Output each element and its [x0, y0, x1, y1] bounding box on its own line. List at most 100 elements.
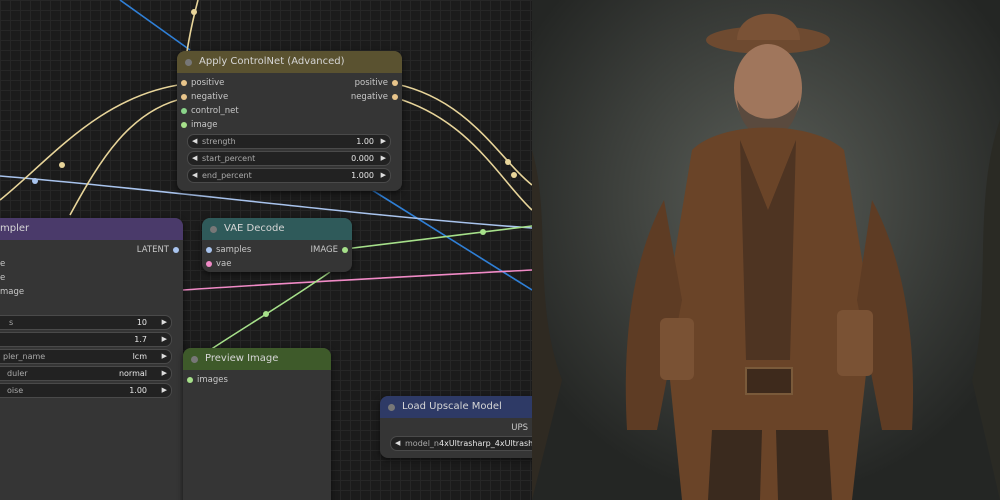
socket-icon[interactable] — [206, 247, 212, 253]
increment-arrow-icon[interactable]: ▶ — [381, 169, 386, 182]
output-label: positive — [354, 78, 388, 88]
widget-label: s — [9, 318, 14, 327]
socket-icon[interactable] — [173, 247, 179, 253]
generated-portrait-image — [532, 0, 1000, 500]
wire-cond-midpoint-2 — [191, 9, 197, 15]
node-preview-image[interactable]: Preview Image images — [183, 348, 331, 500]
widget-value: 1.00 — [129, 386, 147, 395]
input-label: vae — [216, 259, 232, 269]
widget-steps[interactable]: s 10 ▶ — [0, 315, 172, 330]
output-latent[interactable]: LATENT — [137, 243, 183, 257]
decrement-arrow-icon[interactable]: ◀ — [192, 135, 197, 148]
wire-cond-out-2 — [395, 97, 532, 211]
widget-label: model_n — [405, 439, 439, 448]
widget-scheduler[interactable]: duler normal ▶ — [0, 366, 172, 381]
node-vae-decode[interactable]: VAE Decode samples vae IMAGE — [202, 218, 352, 272]
widget-sampler-name[interactable]: pler_name lcm ▶ — [0, 349, 172, 364]
vae-decode-title: VAE Decode — [224, 223, 285, 234]
wire-image-midpoint-2 — [263, 311, 269, 317]
increment-arrow-icon[interactable]: ▶ — [162, 350, 167, 363]
increment-arrow-icon[interactable]: ▶ — [162, 384, 167, 397]
load-upscale-title: Load Upscale Model — [402, 401, 502, 412]
input-label: e — [0, 273, 6, 283]
input-vae[interactable]: vae — [202, 257, 231, 271]
increment-arrow-icon[interactable]: ▶ — [162, 333, 167, 346]
input-images[interactable]: images — [183, 373, 228, 387]
increment-arrow-icon[interactable]: ▶ — [381, 135, 386, 148]
input-positive[interactable]: positive — [177, 76, 224, 90]
socket-icon[interactable] — [187, 377, 193, 383]
node-graph-canvas[interactable]: Apply ControlNet (Advanced) positive neg… — [0, 0, 532, 500]
input-negative[interactable]: negative — [177, 90, 228, 104]
increment-arrow-icon[interactable]: ▶ — [162, 316, 167, 329]
generated-image-preview — [532, 0, 1000, 500]
widget-label: strength — [202, 137, 236, 146]
socket-icon[interactable] — [342, 247, 348, 253]
widget-value: 1.7 — [134, 335, 147, 344]
widget-strength[interactable]: ◀ strength 1.00 ▶ — [187, 134, 391, 149]
socket-icon[interactable] — [181, 94, 187, 100]
preview-image-title: Preview Image — [205, 353, 279, 364]
output-label: LATENT — [136, 245, 169, 255]
increment-arrow-icon[interactable]: ▶ — [162, 367, 167, 380]
node-apply-controlnet[interactable]: Apply ControlNet (Advanced) positive neg… — [177, 51, 402, 191]
node-title-preview-image[interactable]: Preview Image — [183, 348, 331, 370]
node-ksampler[interactable]: mpler LATENT e e mage s 10 ▶ 1.7 ▶ pler_… — [0, 218, 183, 500]
increment-arrow-icon[interactable]: ▶ — [381, 152, 386, 165]
input-label: e — [0, 259, 6, 269]
input-label: control_net — [191, 106, 239, 116]
input-label: image — [191, 120, 218, 130]
output-upscale-model[interactable]: UPS — [511, 421, 528, 435]
widget-start-percent[interactable]: ◀ start_percent 0.000 ▶ — [187, 151, 391, 166]
output-negative[interactable]: negative — [351, 90, 402, 104]
input-control-net[interactable]: control_net — [177, 104, 239, 118]
collapse-dot-icon[interactable] — [191, 356, 198, 363]
input-row-1[interactable]: e — [0, 257, 5, 271]
output-image[interactable]: IMAGE — [311, 243, 352, 257]
input-label: images — [197, 375, 228, 385]
widget-end-percent[interactable]: ◀ end_percent 1.000 ▶ — [187, 168, 391, 183]
widget-value: lcm — [132, 352, 147, 361]
input-image[interactable]: image — [177, 118, 217, 132]
output-label: UPS — [511, 423, 528, 433]
widget-model-name[interactable]: ◀ model_n 4xUltrasharp_4xUltrasha — [390, 436, 532, 451]
node-title-apply-controlnet[interactable]: Apply ControlNet (Advanced) — [177, 51, 402, 73]
output-label: negative — [350, 92, 388, 102]
widget-value: normal — [118, 369, 147, 378]
widget-value: 10 — [136, 318, 147, 327]
decrement-arrow-icon[interactable]: ◀ — [192, 169, 197, 182]
widget-cfg[interactable]: 1.7 ▶ — [0, 332, 172, 347]
node-load-upscale-model[interactable]: Load Upscale Model UPS ◀ model_n 4xUltra… — [380, 396, 532, 458]
decrement-arrow-icon[interactable]: ◀ — [192, 152, 197, 165]
wire-latent-midpoint — [32, 178, 38, 184]
widget-label: start_percent — [202, 154, 256, 163]
socket-icon[interactable] — [181, 122, 187, 128]
node-title-load-upscale[interactable]: Load Upscale Model — [380, 396, 532, 418]
widget-value: 0.000 — [351, 154, 374, 163]
socket-icon[interactable] — [392, 94, 398, 100]
wire-image-midpoint-1 — [480, 229, 486, 235]
input-row-3[interactable]: mage — [0, 285, 24, 299]
wire-model-1 — [119, 0, 191, 51]
node-title-ksampler[interactable]: mpler — [0, 218, 183, 240]
collapse-dot-icon[interactable] — [185, 59, 192, 66]
collapse-dot-icon[interactable] — [210, 226, 217, 233]
socket-icon[interactable] — [181, 80, 187, 86]
socket-icon[interactable] — [392, 80, 398, 86]
widget-value: 1.000 — [351, 171, 374, 180]
node-title-vae-decode[interactable]: VAE Decode — [202, 218, 352, 240]
wire-cond-midpoint-4 — [511, 172, 517, 178]
output-positive[interactable]: positive — [355, 76, 402, 90]
wire-image-1 — [344, 225, 532, 250]
wire-cond-1 — [0, 83, 186, 201]
socket-icon[interactable] — [206, 261, 212, 267]
widget-value: 4xUltrasharp_4xUltrasha — [439, 439, 532, 448]
socket-icon[interactable] — [181, 108, 187, 114]
decrement-arrow-icon[interactable]: ◀ — [395, 437, 400, 450]
widget-denoise[interactable]: oise 1.00 ▶ — [0, 383, 172, 398]
input-samples[interactable]: samples — [202, 243, 251, 257]
input-label: positive — [191, 78, 225, 88]
collapse-dot-icon[interactable] — [388, 404, 395, 411]
widget-label: oise — [7, 386, 24, 395]
input-row-2[interactable]: e — [0, 271, 5, 285]
